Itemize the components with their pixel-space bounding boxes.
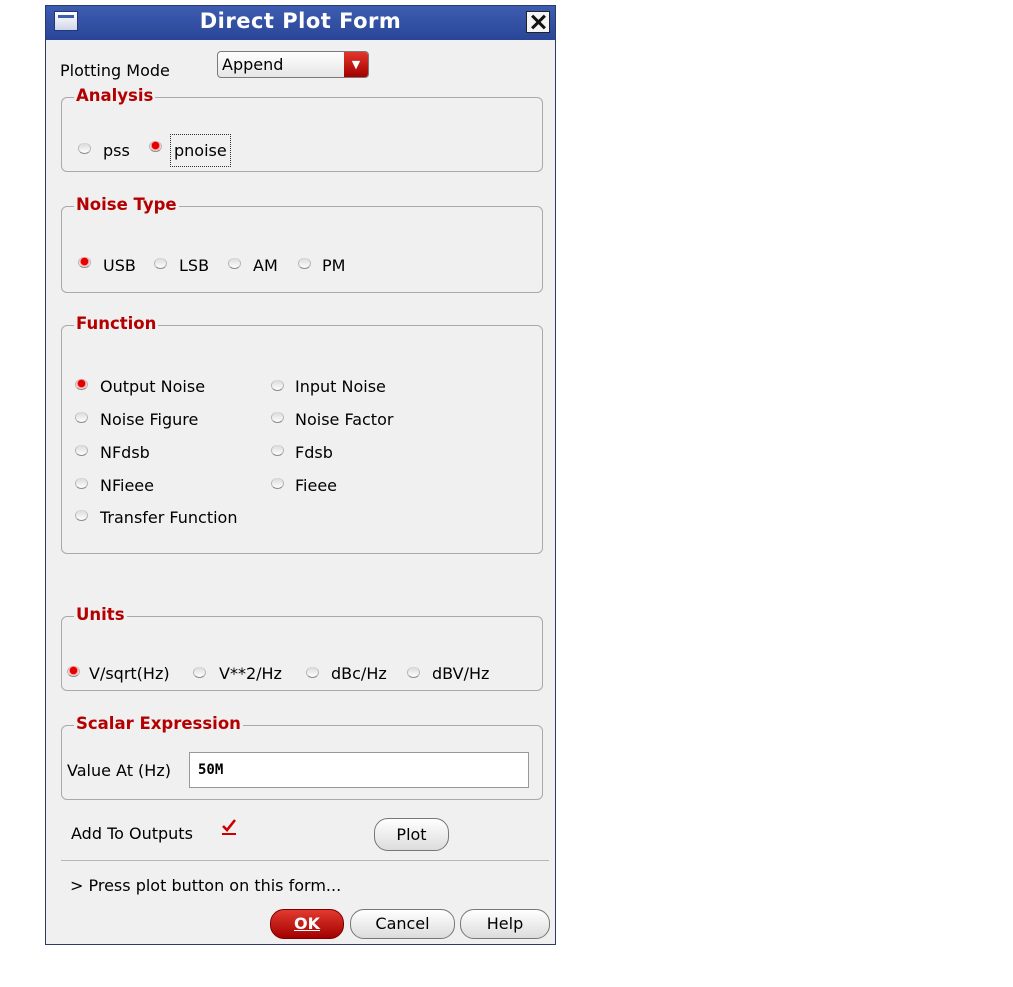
direct-plot-form-window: Direct Plot Form Plotting Mode Append ▼ … — [45, 5, 556, 945]
units-legend: Units — [74, 605, 127, 624]
radio-input-noise-label[interactable]: Input Noise — [295, 377, 386, 396]
plotting-mode-label: Plotting Mode — [60, 61, 170, 80]
radio-nfdsb[interactable] — [75, 445, 88, 456]
radio-pnoise-label[interactable]: pnoise — [170, 134, 231, 167]
radio-usb[interactable] — [78, 257, 91, 268]
radio-pnoise[interactable] — [149, 141, 162, 152]
radio-transfer-function-label[interactable]: Transfer Function — [100, 508, 237, 527]
add-to-outputs-label: Add To Outputs — [71, 824, 193, 843]
cancel-button-label: Cancel — [375, 914, 430, 933]
radio-output-noise-label[interactable]: Output Noise — [100, 377, 205, 396]
noise-type-group: Noise Type — [61, 195, 543, 293]
radio-pm-label[interactable]: PM — [322, 256, 345, 275]
radio-usb-label[interactable]: USB — [103, 256, 136, 275]
noise-type-legend: Noise Type — [74, 195, 179, 214]
close-icon[interactable] — [526, 11, 550, 33]
radio-lsb-label[interactable]: LSB — [179, 256, 209, 275]
status-message: > Press plot button on this form... — [70, 876, 342, 895]
radio-pss[interactable] — [78, 143, 91, 154]
radio-v2-hz-label[interactable]: V**2/Hz — [219, 664, 282, 683]
radio-fieee-label[interactable]: Fieee — [295, 476, 337, 495]
radio-dbv-hz-label[interactable]: dBV/Hz — [432, 664, 489, 683]
radio-noise-factor-label[interactable]: Noise Factor — [295, 410, 393, 429]
help-button-label: Help — [486, 914, 524, 933]
radio-fieee[interactable] — [271, 478, 284, 489]
radio-nfieee[interactable] — [75, 478, 88, 489]
analysis-legend: Analysis — [74, 86, 156, 105]
plot-button[interactable]: Plot — [374, 818, 449, 851]
divider — [61, 860, 549, 861]
value-at-field[interactable]: 50M — [189, 752, 529, 788]
value-at-value: 50M — [198, 762, 224, 778]
radio-dbc-hz-label[interactable]: dBc/Hz — [331, 664, 387, 683]
radio-v-sqrt-hz[interactable] — [67, 666, 80, 677]
radio-dbc-hz[interactable] — [306, 667, 319, 678]
add-to-outputs-checkbox[interactable] — [221, 819, 237, 835]
radio-output-noise[interactable] — [75, 379, 88, 390]
analysis-group: Analysis — [61, 86, 543, 172]
radio-v-sqrt-hz-label[interactable]: V/sqrt(Hz) — [89, 664, 170, 683]
window-title: Direct Plot Form — [199, 9, 402, 33]
radio-noise-figure-label[interactable]: Noise Figure — [100, 410, 198, 429]
title-bar[interactable]: Direct Plot Form — [46, 6, 555, 40]
radio-am[interactable] — [228, 258, 241, 269]
radio-noise-figure[interactable] — [75, 412, 88, 423]
radio-nfdsb-label[interactable]: NFdsb — [100, 443, 150, 462]
radio-nfieee-label[interactable]: NFieee — [100, 476, 154, 495]
radio-fdsb[interactable] — [271, 445, 284, 456]
radio-v2-hz[interactable] — [193, 667, 206, 678]
radio-transfer-function[interactable] — [75, 510, 88, 521]
radio-noise-factor[interactable] — [271, 412, 284, 423]
help-button[interactable]: Help — [460, 909, 550, 939]
ok-button-label: OK — [294, 914, 320, 933]
value-at-label: Value At (Hz) — [67, 761, 171, 780]
chevron-down-icon[interactable]: ▼ — [344, 52, 368, 77]
function-legend: Function — [74, 314, 159, 333]
radio-am-label[interactable]: AM — [253, 256, 278, 275]
ok-button[interactable]: OK — [270, 909, 344, 939]
radio-fdsb-label[interactable]: Fdsb — [295, 443, 333, 462]
radio-lsb[interactable] — [154, 258, 167, 269]
plotting-mode-value: Append — [222, 55, 284, 74]
scalar-expression-legend: Scalar Expression — [74, 714, 243, 733]
radio-pm[interactable] — [298, 258, 311, 269]
radio-dbv-hz[interactable] — [407, 667, 420, 678]
radio-pss-label[interactable]: pss — [103, 141, 130, 160]
plotting-mode-dropdown[interactable]: Append ▼ — [217, 51, 369, 78]
radio-input-noise[interactable] — [271, 380, 284, 391]
cancel-button[interactable]: Cancel — [350, 909, 455, 939]
